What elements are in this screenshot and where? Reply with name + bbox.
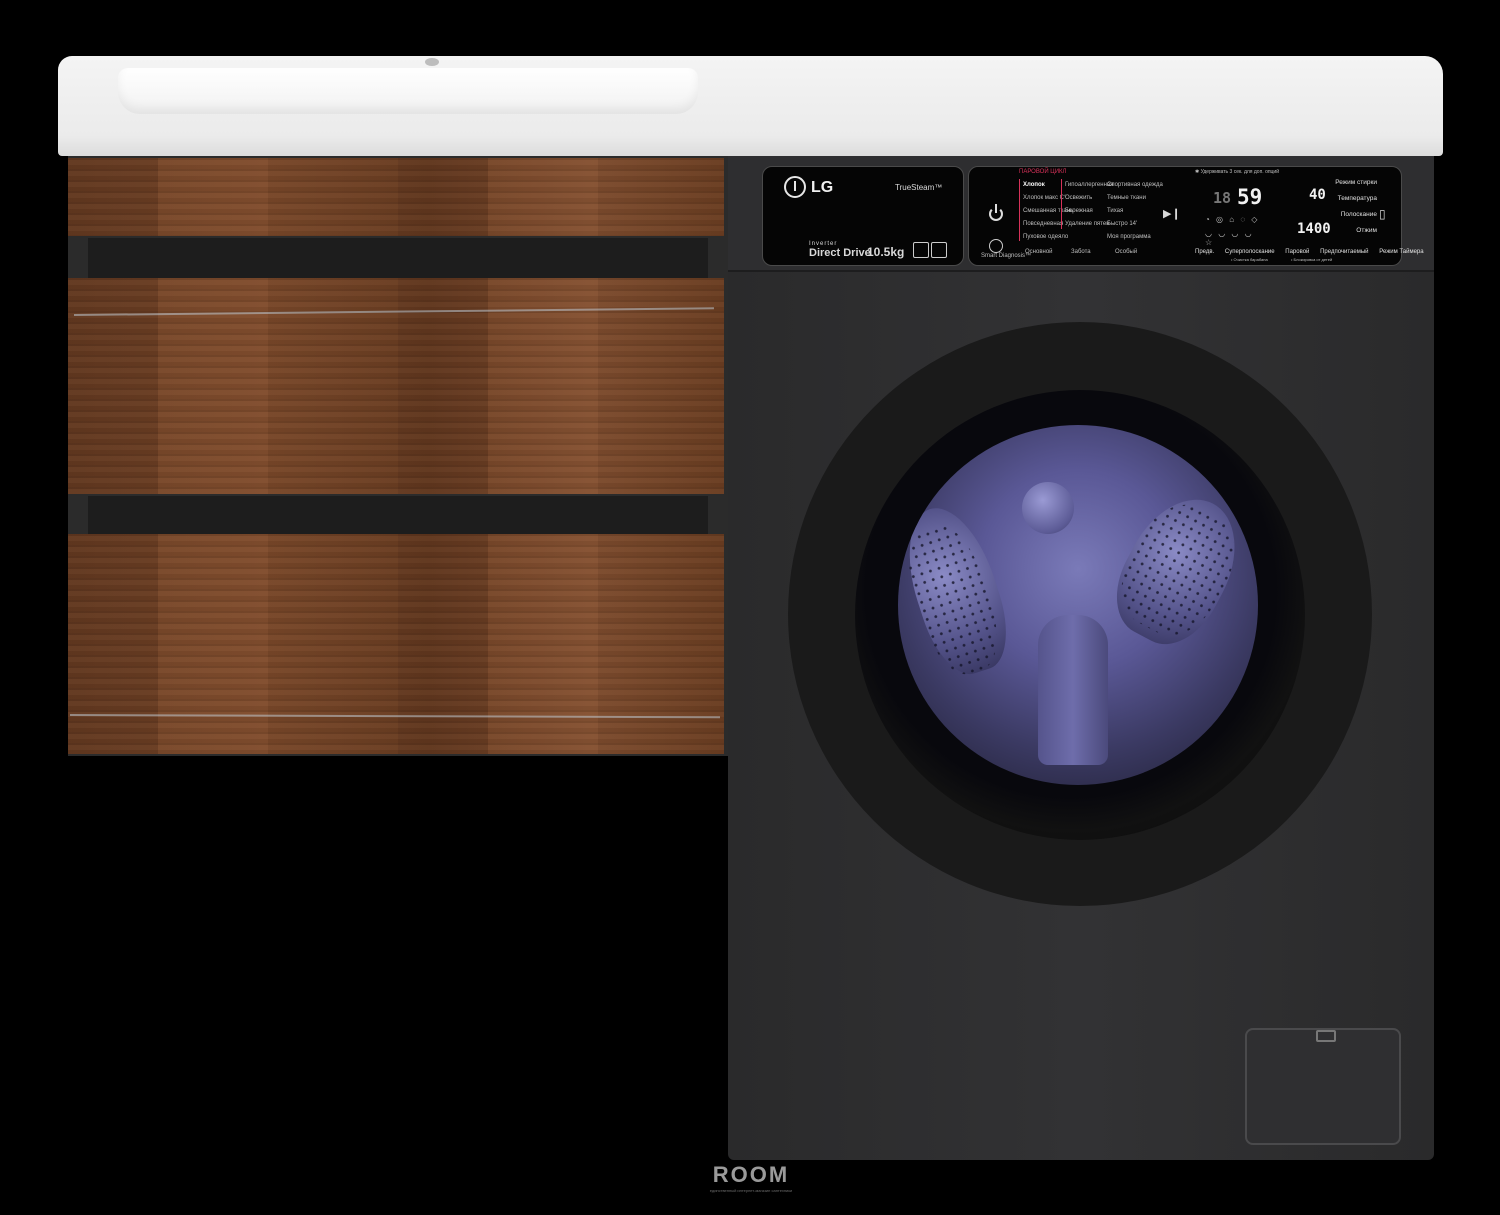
temperature-label[interactable]: Температура [1287,191,1377,207]
status-icons: ◔ ◎ ⌂ ◌ ◇ [1205,215,1260,224]
drum-clean-note: • Очистка барабана [1231,257,1268,262]
control-panel: Smart Diagnosis™ ПАРОВОЙ ЦИКЛ Хлопок Хло… [968,166,1424,266]
program-item[interactable]: Темные ткани [1107,192,1163,205]
drum-hub [1022,482,1074,534]
start-pause-icon[interactable]: ▶❙ [1163,207,1181,220]
lg-logo-icon [784,176,806,198]
favorite-button[interactable]: Предпочитаемый [1320,249,1368,255]
wash-mode-label[interactable]: Режим стирки [1287,175,1377,191]
option-note: ✱ Удерживать 3 сек. для доп. опций [1195,169,1280,175]
program-item[interactable]: Быстро 14' [1107,218,1163,231]
category-special: Особый [1115,249,1138,255]
bottom-drawer-front[interactable] [68,534,724,754]
program-item[interactable]: Пуховое одеяло [1023,231,1073,244]
steam-bar [1019,179,1020,241]
sink-basin [118,68,698,114]
rinse-label[interactable]: Полоскание [1287,207,1377,223]
tap-hole [425,58,439,66]
steam-button[interactable]: Паровой [1285,249,1309,255]
status-icons: ◡ ◡ ◡ ◡ ☆ [1205,229,1254,247]
category-basic: Основной [1025,249,1053,255]
direct-drive-label: Direct Drive [809,247,871,259]
display-left-digits: 18 [1213,189,1232,207]
brand-logo-text: LG [811,179,834,196]
filter-door-tab[interactable] [1316,1030,1336,1042]
spin-label[interactable]: Отжим [1287,223,1377,239]
steam-icon [931,242,947,258]
watermark-logo: ROOM [712,1162,790,1187]
prewash-button[interactable]: Предв. [1195,249,1214,255]
smart-diagnosis-icon[interactable] [989,239,1003,253]
program-item[interactable]: Тихая [1107,205,1163,218]
steam-cycle-header: ПАРОВОЙ ЦИКЛ [1019,169,1067,175]
timer-button[interactable]: Режим Таймера [1379,249,1423,255]
drum-paddle-bottom [1038,615,1108,765]
capacity-label: 10.5kg [867,245,905,259]
drawer-gap [88,496,708,534]
category-care: Забота [1071,249,1091,255]
steam-bar [1061,179,1062,229]
power-icon-stem [995,204,997,213]
wash-icon [913,242,929,258]
watermark: ROOM единственный интернет-магазин санте… [698,1162,804,1193]
watermark-tagline: единственный интернет-магазин сантехники [709,1188,793,1193]
child-lock-note: • Блокировка от детей [1291,257,1333,262]
option-buttons-row: Предв. Суперполоскание Паровой Предпочит… [1195,249,1424,255]
drum [898,425,1258,785]
filter-service-door[interactable] [1245,1028,1401,1145]
display-time: 59 [1237,185,1263,209]
program-column-3: Спортивная одежда Темные ткани Тихая Быс… [1107,179,1163,244]
truesteam-label: TrueSteam™ [895,183,943,192]
tag-on-icon[interactable]: ▯ [1379,207,1386,221]
program-item[interactable]: Моя программа [1107,231,1163,244]
superrinse-button[interactable]: Суперполоскание [1225,249,1275,255]
option-labels: Режим стирки Температура Полоскание Отжи… [1287,175,1377,239]
top-drawer-front[interactable] [68,158,724,236]
smart-diagnosis-label: Smart Diagnosis™ [981,253,1032,259]
drawer-gap [88,238,708,278]
program-item[interactable]: Спортивная одежда [1107,179,1163,192]
